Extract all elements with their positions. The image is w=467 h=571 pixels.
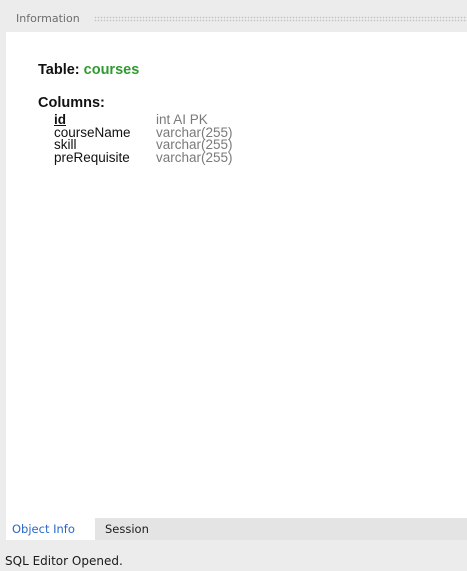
table-label: Table: xyxy=(38,62,80,78)
column-type: varchar(255) xyxy=(156,149,233,165)
panel-grip[interactable] xyxy=(94,16,467,22)
table-name: courses xyxy=(83,62,140,78)
column-list: id int AI PK courseName varchar(255) ski… xyxy=(54,113,233,165)
info-tab-bar: Object Info Session xyxy=(6,518,467,540)
information-panel: Information Table: courses Columns: id i… xyxy=(0,0,467,571)
table-heading: Table: courses xyxy=(38,62,139,78)
columns-label: Columns: xyxy=(38,95,105,111)
status-bar-text: SQL Editor Opened. xyxy=(5,554,123,568)
tab-session[interactable]: Session xyxy=(99,518,155,540)
column-row: preRequisite varchar(255) xyxy=(54,149,233,165)
object-info-content: Table: courses Columns: id int AI PK cou… xyxy=(6,32,467,518)
column-name: preRequisite xyxy=(54,149,130,165)
panel-title: Information xyxy=(16,12,82,25)
tab-object-info[interactable]: Object Info xyxy=(6,518,95,540)
panel-header: Information xyxy=(6,6,467,32)
